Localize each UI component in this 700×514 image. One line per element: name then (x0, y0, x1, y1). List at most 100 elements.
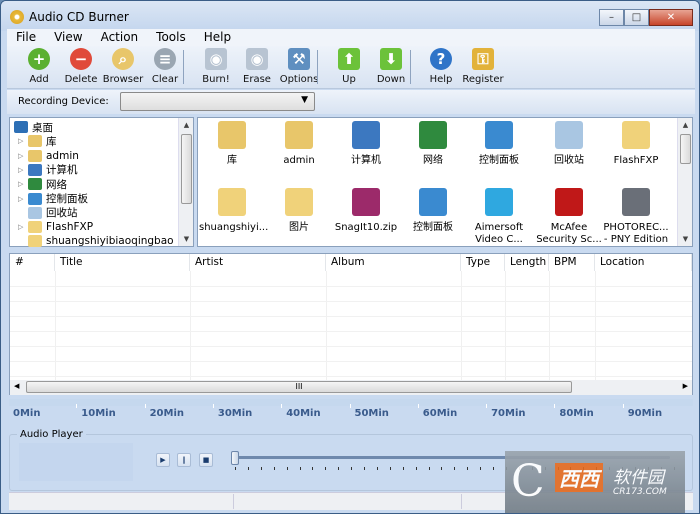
file-item[interactable]: admin (266, 121, 332, 167)
mcafee-icon (555, 188, 583, 216)
up-button[interactable]: ⬆ Up (326, 48, 372, 85)
capacity-label: 0Min (13, 408, 41, 419)
tree-item[interactable]: 回收站 (18, 206, 78, 220)
play-button[interactable]: ▶ (156, 453, 170, 467)
control-panel-icon (485, 121, 513, 149)
title-bar: Audio CD Burner – □ ✕ (1, 1, 699, 31)
pause-button[interactable]: ‖ (177, 453, 191, 467)
seek-tick (273, 467, 275, 470)
capacity-label: 40Min (286, 408, 321, 419)
tree-item[interactable]: 桌面 (14, 120, 53, 134)
tree-item[interactable]: ▷ 库 (18, 134, 57, 148)
seek-tick (247, 467, 249, 470)
toolbar-label: Browser (102, 74, 144, 85)
help-button[interactable]: ? Help (418, 48, 464, 85)
clear-button[interactable]: ≡ Clear (142, 48, 188, 85)
file-item[interactable]: Aimersoft Video C... (466, 188, 532, 246)
file-item[interactable]: 计算机 (333, 121, 399, 167)
column-header-length[interactable]: Length (505, 254, 549, 271)
desktop-icon (14, 121, 28, 133)
seek-slider-handle[interactable] (231, 451, 239, 465)
menu-tools[interactable]: Tools (147, 29, 195, 46)
browser-button[interactable]: ⌕ Browser (100, 48, 146, 85)
row-gridline (10, 346, 692, 347)
tree-item[interactable]: ▷ 计算机 (18, 163, 78, 177)
capacity-tick (76, 404, 78, 408)
capacity-tick (554, 404, 556, 408)
menu-help[interactable]: Help (195, 29, 240, 46)
file-item-label: 控制面板 (413, 222, 453, 233)
tree-item[interactable]: ▷ FlashFXP (18, 220, 93, 234)
file-item[interactable]: 图片 (266, 188, 332, 234)
column-header-title[interactable]: Title (55, 254, 190, 271)
register-button[interactable]: ⚿ Register (460, 48, 506, 85)
row-gridline (10, 301, 692, 302)
tree-item[interactable]: ▷ 网络 (18, 177, 67, 191)
track-list-hscrollbar[interactable]: ◀ III ▶ (10, 380, 692, 395)
seek-tick (351, 467, 353, 470)
column-header-location[interactable]: Location (595, 254, 692, 271)
library-icon (218, 121, 246, 149)
options-button[interactable]: ⚒ Options (276, 48, 322, 85)
menu-file[interactable]: File (7, 29, 45, 46)
file-item[interactable]: FlashFXP (603, 121, 669, 167)
close-button[interactable]: ✕ (649, 9, 693, 26)
control-panel-icon (28, 192, 42, 205)
file-item[interactable]: 网络 (400, 121, 466, 167)
file-item[interactable]: PHOTOREC... - PNY Edition (603, 188, 669, 246)
file-browser-scrollbar[interactable]: ▲ ▼ (677, 118, 692, 246)
toolbar-label: Erase (243, 74, 271, 85)
minimize-button[interactable]: – (599, 9, 624, 26)
expand-icon[interactable]: ▷ (18, 137, 28, 145)
column-header-number[interactable]: # (10, 254, 55, 271)
column-header-album[interactable]: Album (326, 254, 461, 271)
stop-button[interactable]: ■ (199, 453, 213, 467)
seek-tick (260, 467, 262, 470)
folder-icon (622, 121, 650, 149)
down-button[interactable]: ⬇ Down (368, 48, 414, 85)
file-item[interactable]: 库 (199, 121, 265, 167)
delete-button[interactable]: − Delete (58, 48, 104, 85)
file-item[interactable]: shuangshiyi... (199, 188, 268, 234)
file-item[interactable]: McAfee Security Sc... (536, 188, 602, 246)
burn-button[interactable]: ◉ Burn! (193, 48, 239, 85)
tree-item-label: FlashFXP (46, 221, 94, 234)
file-item[interactable]: 控制面板 (466, 121, 532, 167)
expand-icon[interactable]: ▷ (18, 180, 28, 188)
tree-item-label: 回收站 (46, 207, 78, 220)
toolbar-label: Help (429, 74, 453, 85)
tree-item[interactable]: shuangshiyibiaoqingbao (18, 234, 174, 248)
file-item[interactable]: 控制面板 (400, 188, 466, 234)
file-item[interactable]: 回收站 (536, 121, 602, 167)
menu-view[interactable]: View (45, 29, 91, 46)
column-header-bpm[interactable]: BPM (549, 254, 595, 271)
seek-tick (312, 467, 314, 470)
erase-button[interactable]: ◉ Erase (234, 48, 280, 85)
capacity-tick (212, 404, 214, 408)
trash-icon: ≡ (154, 48, 176, 70)
expand-icon[interactable]: ▷ (18, 152, 28, 160)
file-item[interactable]: SnagIt10.zip (333, 188, 399, 234)
capacity-label: 50Min (354, 408, 389, 419)
folder-icon (28, 235, 42, 248)
tree-item[interactable]: ▷ admin (18, 149, 79, 163)
capacity-bar (9, 399, 693, 406)
recording-device-select[interactable]: ▼ (120, 92, 315, 111)
column-header-artist[interactable]: Artist (190, 254, 326, 271)
expand-icon[interactable]: ▷ (18, 223, 28, 231)
add-button[interactable]: + Add (16, 48, 62, 85)
expand-icon[interactable]: ▷ (18, 166, 28, 174)
capacity-label: 30Min (217, 408, 253, 419)
lock-icon: ⚿ (472, 48, 494, 70)
erase-disc-icon: ◉ (246, 48, 268, 70)
column-header-type[interactable]: Type (461, 254, 505, 271)
capacity-label: 90Min (627, 408, 663, 419)
capacity-tick (281, 404, 283, 408)
row-gridline (10, 361, 692, 362)
tree-item[interactable]: ▷ 控制面板 (18, 192, 88, 206)
expand-icon[interactable]: ▷ (18, 195, 28, 203)
tree-scrollbar[interactable]: ▲ ▼ (178, 118, 193, 246)
chevron-down-icon: ▼ (301, 95, 308, 105)
menu-action[interactable]: Action (92, 29, 148, 46)
maximize-button[interactable]: □ (624, 9, 649, 26)
